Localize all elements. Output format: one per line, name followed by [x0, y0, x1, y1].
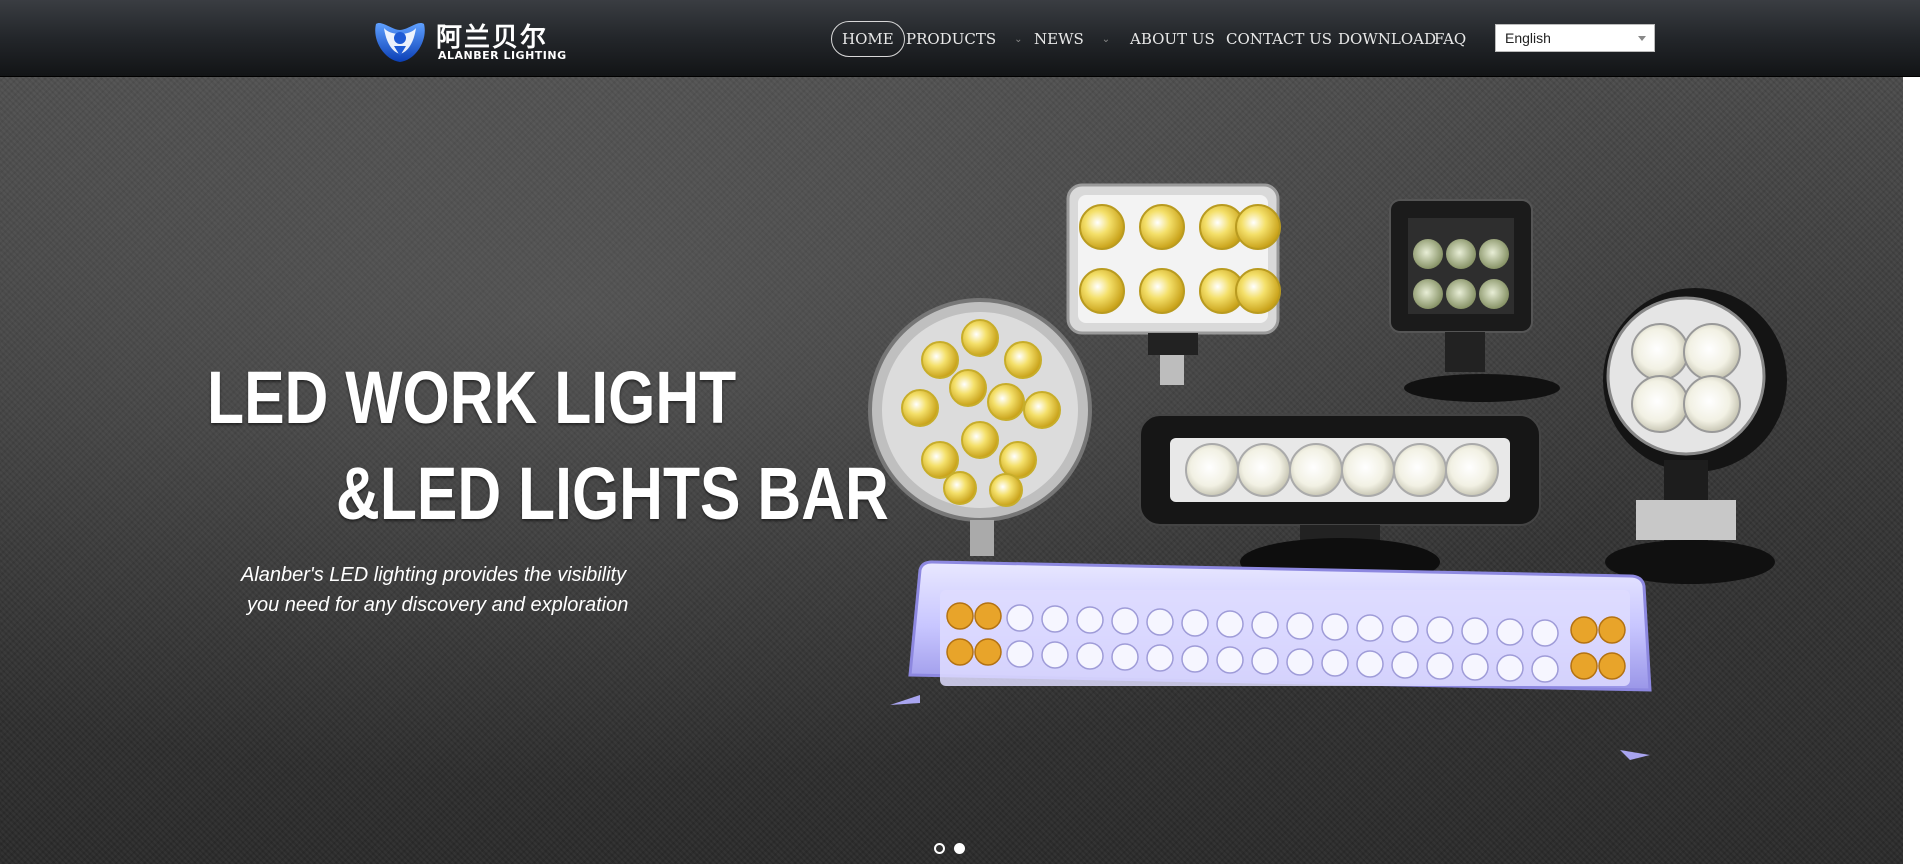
language-selected-value: English: [1505, 30, 1551, 46]
logo-text-english: ALANBER LIGHTING: [438, 49, 567, 62]
nav-products[interactable]: PRODUCTS ⌄: [906, 21, 1023, 57]
nav-home-label: HOME: [842, 30, 894, 48]
nav-about-us-label: ABOUT US: [1130, 30, 1215, 48]
carousel-dot-1[interactable]: [934, 843, 945, 854]
nav-home[interactable]: HOME: [831, 21, 905, 57]
double-row-light-bar: [890, 560, 1652, 760]
site-header: 阿兰贝尔 ALANBER LIGHTING HOME PRODUCTS ⌄ NEW…: [0, 0, 1920, 77]
alanber-logo-icon: [375, 23, 425, 62]
carousel-dot-2[interactable]: [954, 843, 965, 854]
nav-news[interactable]: NEWS ⌄: [1034, 21, 1110, 57]
nav-download-label: DOWNLOAD: [1338, 30, 1436, 48]
dropdown-arrow-icon: [1638, 36, 1646, 41]
nav-products-label: PRODUCTS: [906, 30, 997, 48]
site-logo[interactable]: 阿兰贝尔 ALANBER LIGHTING: [372, 16, 566, 64]
language-select[interactable]: English: [1495, 24, 1655, 52]
nav-contact-us[interactable]: CONTACT US: [1226, 21, 1332, 57]
chevron-down-icon: ⌄: [1101, 34, 1111, 45]
nav-contact-us-label: CONTACT US: [1226, 30, 1333, 48]
led-products-image: [868, 183, 1787, 760]
nav-download[interactable]: DOWNLOAD: [1338, 21, 1436, 57]
rect-work-light: [1066, 183, 1281, 385]
round-work-light: [1603, 288, 1787, 584]
hero-subtitle-line1: Alanber's LED lighting provides the visi…: [241, 564, 627, 586]
single-row-light-bar: [1139, 414, 1541, 586]
nav-faq[interactable]: FAQ: [1434, 21, 1466, 57]
hero-title-line2: &LED LIGHTS BAR: [336, 452, 889, 535]
hero-title-line1: LED WORK LIGHT: [207, 356, 737, 439]
nav-news-label: NEWS: [1034, 30, 1084, 48]
hero-subtitle-line2: you need for any discovery and explorati…: [247, 594, 629, 616]
nav-faq-label: FAQ: [1434, 30, 1467, 48]
nav-about-us[interactable]: ABOUT US: [1130, 21, 1215, 57]
chevron-down-icon: ⌄: [1014, 34, 1023, 45]
round-yellow-light: [868, 298, 1092, 556]
square-work-light: [1389, 199, 1560, 402]
scrollbar-gutter: [1903, 77, 1920, 864]
